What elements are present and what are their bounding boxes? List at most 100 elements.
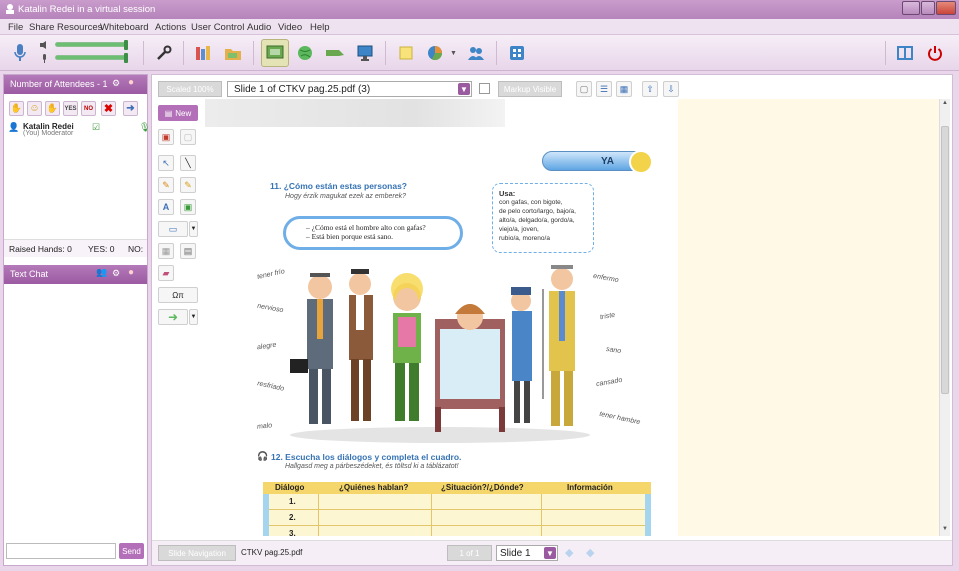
slide-navigation-button[interactable]: Slide Navigation — [158, 545, 236, 561]
chat-pin-icon[interactable]: ● — [128, 267, 134, 278]
menu-audio[interactable]: Audio — [247, 22, 271, 33]
location-pin-icon[interactable]: ● — [128, 77, 134, 88]
slide-chevron-icon: ▼ — [544, 547, 556, 559]
web-tour-button[interactable] — [291, 39, 319, 67]
poll-button[interactable] — [421, 39, 449, 67]
shape-tool[interactable]: ▭ — [158, 221, 188, 237]
video-conference-button[interactable] — [503, 39, 531, 67]
upload-button[interactable]: ⇧ — [642, 81, 658, 97]
books-icon — [196, 46, 210, 60]
layout-button[interactable] — [891, 39, 919, 67]
clap-button[interactable]: ✋ — [45, 101, 60, 116]
raise-hand-button[interactable]: ✋ — [9, 101, 24, 116]
smile-button[interactable]: ☺ — [27, 101, 42, 116]
arrow-tool[interactable]: ➜ — [158, 309, 188, 325]
menu-user-control[interactable]: User Control — [191, 22, 244, 33]
cursor-icon: ↖ — [162, 157, 170, 168]
delete-page-button[interactable]: ▣ — [158, 129, 174, 145]
note-icon — [399, 46, 413, 60]
markup-visible-button[interactable]: Markup Visible — [498, 81, 562, 97]
scroll-up-icon[interactable]: ▲ — [942, 100, 948, 106]
microphone-button[interactable] — [6, 39, 34, 67]
table-icon: ▦ — [161, 245, 171, 256]
pen-tool[interactable]: ✎ — [158, 177, 174, 193]
eraser-tool[interactable]: ▰ — [158, 265, 174, 281]
word-right-3: sano — [605, 345, 622, 356]
exit-session-button[interactable] — [921, 39, 949, 67]
yes-button[interactable]: YES — [63, 101, 78, 116]
rectangle-icon: ▭ — [168, 223, 178, 234]
microphone-volume-slider[interactable] — [55, 53, 128, 63]
attendee-row[interactable]: 👤 Katalin Redei (You) Moderator ☑ 🎙 — [8, 122, 150, 140]
view-grid-button[interactable]: ▦ — [616, 81, 632, 97]
tools-button[interactable] — [150, 39, 178, 67]
special-characters-button[interactable]: Ωπ — [158, 287, 198, 303]
select-tool[interactable]: ↖ — [158, 155, 174, 171]
application-share-button[interactable] — [351, 39, 379, 67]
attendee-settings-icon[interactable]: ⚙ — [112, 78, 120, 89]
scrollbar-thumb[interactable] — [941, 126, 949, 394]
table-body: 1. 2. 3. — [263, 494, 651, 536]
slide-navigation-bar: Slide Navigation CTKV pag.25.pdf 1 of 1 … — [152, 540, 952, 565]
menu-file[interactable]: File — [8, 22, 23, 33]
whiteboard-button[interactable] — [261, 39, 289, 67]
highlighter-tool[interactable]: ✎ — [180, 177, 196, 193]
raised-hands-count: Raised Hands: 0 — [9, 244, 72, 254]
arrow-dropdown[interactable]: ▼ — [189, 309, 198, 325]
menu-whiteboard[interactable]: Whiteboard — [100, 22, 149, 33]
slide-margin-area — [678, 99, 939, 536]
maximize-button[interactable] — [921, 1, 935, 15]
menu-help[interactable]: Help — [310, 22, 330, 33]
scroll-down-icon[interactable]: ▼ — [942, 526, 948, 532]
no-button[interactable]: NO — [81, 101, 96, 116]
download-button[interactable]: ⇩ — [663, 81, 679, 97]
copy-icon: ▢ — [183, 131, 193, 142]
poll-dropdown-arrow-icon[interactable]: ▼ — [450, 50, 457, 57]
library-button[interactable] — [189, 39, 217, 67]
copy-page-button[interactable]: ▢ — [180, 129, 196, 145]
image-tool[interactable]: ▣ — [180, 199, 196, 215]
menu-share-resources[interactable]: Share Resources — [29, 22, 102, 33]
chat-settings-icon[interactable]: ⚙ — [112, 268, 120, 279]
slide-select[interactable]: Slide 1 of CTKV pag.25.pdf (3) ▼ — [227, 81, 472, 97]
markup-checkbox[interactable] — [479, 83, 490, 94]
close-window-button[interactable] — [936, 1, 956, 15]
table-tool[interactable]: ▦ — [158, 243, 174, 259]
notes-button[interactable] — [392, 39, 420, 67]
next-slide-button[interactable]: ◆ — [586, 546, 594, 559]
globe-icon — [298, 46, 312, 60]
highlighter-icon: ✎ — [184, 179, 192, 190]
grid-video-icon — [510, 46, 524, 60]
word-right-4: cansado — [595, 376, 623, 389]
menu-video[interactable]: Video — [278, 22, 302, 33]
shape-dropdown[interactable]: ▼ — [189, 221, 198, 237]
no-count-label: NO: — [128, 244, 144, 254]
check-icon: ☑ — [92, 122, 101, 132]
chat-input[interactable] — [6, 543, 116, 559]
slide-page[interactable]: YA 11. ¿Cómo están estas personas? Hogy … — [205, 99, 678, 536]
step-away-button[interactable]: ➜ — [123, 101, 138, 116]
table-row-number: 3. — [289, 529, 296, 536]
multimedia-button[interactable] — [321, 39, 349, 67]
view-page-button[interactable]: ▢ — [576, 81, 592, 97]
open-folder-button[interactable] — [219, 39, 247, 67]
breakout-rooms-button[interactable] — [462, 39, 490, 67]
scale-button[interactable]: Scaled 100% — [158, 81, 222, 97]
menu-actions[interactable]: Actions — [155, 22, 186, 33]
new-label: New — [175, 108, 192, 118]
ya-badge-text: YA — [601, 156, 614, 167]
speaker-volume-slider[interactable] — [55, 40, 128, 50]
clear-status-button[interactable]: ✖ — [101, 101, 116, 116]
line-tool[interactable]: ╲ — [180, 155, 196, 171]
send-button[interactable]: Send — [119, 543, 144, 559]
view-list-button[interactable]: ☰ — [596, 81, 612, 97]
chat-messages-area — [4, 285, 147, 540]
new-page-button[interactable]: ▤ New — [158, 105, 198, 121]
minimize-button[interactable] — [902, 1, 920, 15]
clipart-tool[interactable]: ▤ — [180, 243, 196, 259]
vertical-scrollbar[interactable]: ▲ ▼ — [939, 99, 950, 536]
previous-slide-button[interactable]: ◆ — [565, 546, 573, 559]
text-tool[interactable]: A — [158, 199, 174, 215]
slide-number-select[interactable]: Slide 1 ▼ — [496, 545, 558, 561]
chat-users-icon[interactable]: 👥 — [96, 267, 107, 278]
